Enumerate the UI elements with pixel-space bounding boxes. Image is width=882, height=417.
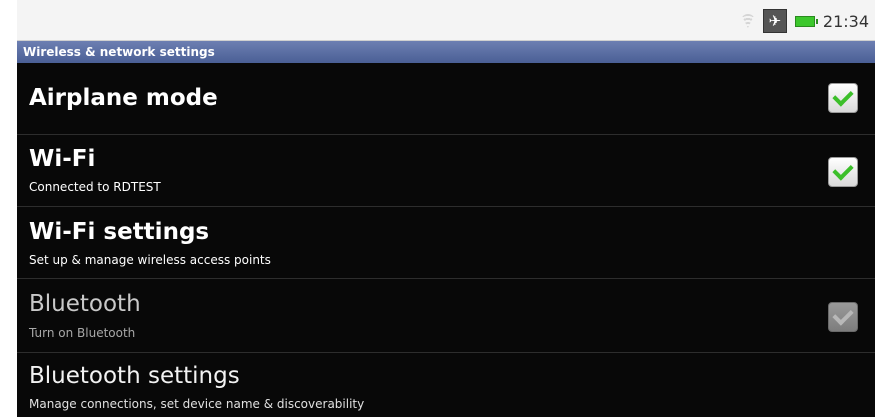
setting-bluetooth-settings[interactable]: Bluetooth settings Manage connections, s…: [17, 353, 875, 417]
check-icon: [832, 85, 854, 107]
check-icon: [832, 159, 854, 181]
check-icon: [832, 304, 854, 326]
wifi-signal-icon: [741, 14, 755, 28]
setting-subtitle: Set up & manage wireless access points: [29, 253, 271, 267]
settings-list: Airplane mode Wi-Fi Connected to RDTEST …: [17, 63, 875, 417]
setting-title: Wi-Fi: [29, 146, 96, 172]
airplane-mode-icon: ✈: [762, 9, 787, 33]
bluetooth-checkbox[interactable]: [828, 302, 858, 332]
status-icons: ✈ 21:34: [741, 8, 869, 34]
setting-wifi[interactable]: Wi-Fi Connected to RDTEST: [17, 135, 875, 207]
status-bar: ✈ 21:34: [17, 0, 875, 41]
setting-bluetooth[interactable]: Bluetooth Turn on Bluetooth: [17, 279, 875, 353]
setting-title: Bluetooth settings: [29, 363, 240, 389]
setting-title: Airplane mode: [29, 85, 218, 111]
setting-title: Wi-Fi settings: [29, 219, 210, 245]
setting-subtitle: Turn on Bluetooth: [29, 326, 136, 340]
setting-title: Bluetooth: [29, 291, 141, 317]
settings-screen: ✈ 21:34 Wireless & network settings Airp…: [17, 0, 875, 417]
setting-subtitle: Manage connections, set device name & di…: [29, 397, 365, 411]
battery-icon: [794, 15, 818, 27]
setting-subtitle: Connected to RDTEST: [29, 180, 161, 194]
status-clock: 21:34: [822, 11, 869, 31]
wifi-checkbox[interactable]: [828, 157, 858, 187]
setting-wifi-settings[interactable]: Wi-Fi settings Set up & manage wireless …: [17, 207, 875, 279]
page-title: Wireless & network settings: [17, 41, 875, 63]
setting-airplane-mode[interactable]: Airplane mode: [17, 63, 875, 135]
airplane-mode-checkbox[interactable]: [828, 83, 858, 113]
